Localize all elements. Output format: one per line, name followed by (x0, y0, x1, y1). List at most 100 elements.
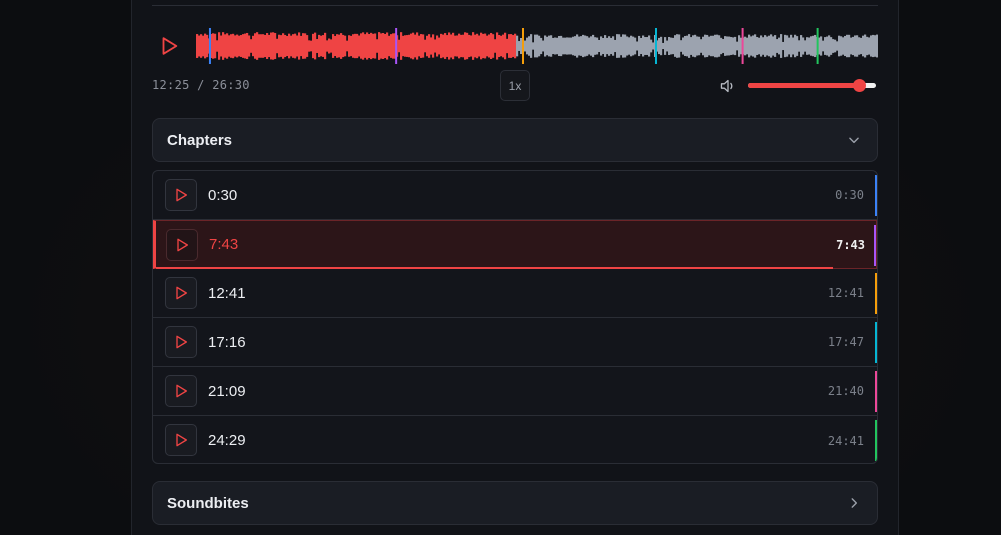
waveform-bar (830, 37, 833, 55)
chapter-row[interactable]: 0:30 0:30 (153, 171, 877, 220)
waveform-bar (772, 36, 775, 56)
soundbites-toggle[interactable]: Soundbites (152, 481, 878, 525)
waveform-bar (680, 40, 683, 52)
waveform-bar (320, 35, 323, 57)
chapter-play-button[interactable] (165, 326, 197, 358)
waveform-bar (736, 41, 739, 51)
waveform-bar (692, 35, 695, 57)
waveform-bar (242, 34, 245, 58)
waveform-bar (452, 32, 455, 60)
waveform-bar (718, 35, 721, 57)
waveform-bar (560, 35, 563, 57)
waveform-bar (388, 35, 391, 57)
waveform-bar (306, 35, 309, 57)
waveform-bar (776, 39, 779, 53)
waveform-bar (788, 37, 791, 55)
waveform-bar (622, 34, 625, 58)
waveform-bar (482, 33, 485, 59)
chapter-play-button[interactable] (165, 375, 197, 407)
waveform-bar (232, 33, 235, 59)
chapter-row[interactable]: 21:09 21:40 (153, 367, 877, 416)
waveform-bar (446, 35, 449, 57)
waveform-bar (414, 34, 417, 58)
waveform-bar (846, 34, 849, 58)
chapter-play-button[interactable] (165, 424, 197, 456)
current-time: 12:25 (152, 78, 190, 92)
waveform-bar (532, 42, 535, 50)
chapter-row[interactable]: 7:43 7:43 (153, 220, 877, 269)
waveform-bar (448, 32, 451, 60)
waveform-bar (514, 33, 517, 59)
chapter-row[interactable]: 12:41 12:41 (153, 269, 877, 318)
waveform-bar (662, 42, 665, 50)
waveform-bar (550, 35, 553, 57)
waveform-bar (602, 37, 605, 55)
waveform-bar (386, 32, 389, 60)
waveform-bar (260, 34, 263, 58)
chapter-marker[interactable] (654, 28, 657, 64)
play-icon (176, 384, 187, 398)
waveform-bar (198, 35, 201, 57)
waveform-bar (516, 35, 519, 57)
waveform-bar (782, 41, 785, 51)
waveform-bar (430, 37, 433, 55)
waveform-bar (666, 40, 669, 52)
waveform-bar (682, 37, 685, 55)
waveform-bar (454, 35, 457, 57)
waveform-bar (332, 34, 335, 58)
waveform-bar (840, 36, 843, 56)
volume-button[interactable] (718, 77, 738, 95)
waveform-bar (854, 35, 857, 57)
chapter-marker[interactable] (208, 28, 211, 64)
volume-fill (748, 83, 860, 88)
waveform-bar (410, 33, 413, 59)
chapter-marker[interactable] (395, 28, 398, 64)
waveform-bar (754, 34, 757, 58)
waveform-bar (762, 37, 765, 55)
chapter-play-button[interactable] (165, 277, 197, 309)
waveform-bar (462, 34, 465, 58)
waveform-bar (650, 39, 653, 53)
waveform-bar (746, 37, 749, 55)
waveform-bar (356, 33, 359, 59)
waveform-bar (832, 39, 835, 53)
waveform-bar (428, 34, 431, 58)
chapter-marker[interactable] (741, 28, 744, 64)
waveform-bar (294, 33, 297, 59)
playback-speed-button[interactable]: 1x (500, 70, 530, 101)
chapter-start-time: 0:30 (835, 188, 864, 202)
waveform-bar (498, 35, 501, 57)
chapters-toggle[interactable]: Chapters (152, 118, 878, 162)
chapter-row[interactable]: 24:29 24:41 (153, 416, 877, 463)
waveform-scrubber[interactable] (196, 28, 878, 64)
waveform-bar (824, 37, 827, 55)
waveform-bar (292, 34, 295, 58)
waveform-bar (548, 35, 551, 57)
chevron-right-icon (851, 498, 858, 508)
waveform-bar (658, 37, 661, 55)
volume-slider[interactable] (748, 79, 876, 92)
waveform-bar (812, 35, 815, 57)
waveform-bar (588, 37, 591, 55)
waveform-bar (542, 40, 545, 52)
waveform-bar (408, 34, 411, 58)
chapter-marker[interactable] (521, 28, 524, 64)
chapter-marker[interactable] (816, 28, 819, 64)
waveform-bar (284, 34, 287, 58)
waveform-bar (728, 36, 731, 56)
chapter-play-button[interactable] (165, 179, 197, 211)
waveform-bar (262, 34, 265, 58)
waveform-bar (404, 35, 407, 57)
waveform-bar (870, 35, 873, 57)
waveform-bar (700, 39, 703, 53)
waveform-bar (540, 37, 543, 55)
waveform-bar (534, 34, 537, 58)
play-button[interactable] (155, 32, 183, 60)
waveform-bar (778, 37, 781, 55)
waveform-bar (842, 37, 845, 55)
waveform-bar (276, 38, 279, 54)
chapter-play-button[interactable] (166, 229, 198, 261)
waveform-bar (406, 35, 409, 57)
chapter-row[interactable]: 17:16 17:47 (153, 318, 877, 367)
waveform-bar (714, 34, 717, 58)
